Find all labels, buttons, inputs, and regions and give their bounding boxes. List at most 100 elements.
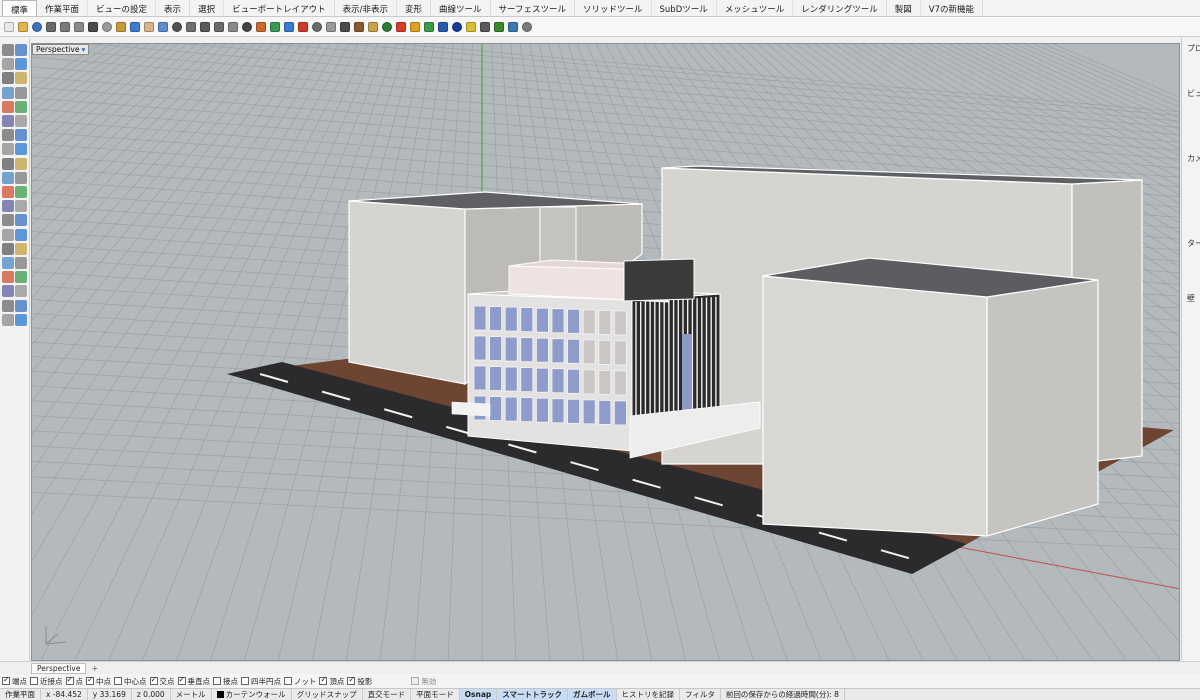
named-view-icon[interactable]: [268, 20, 281, 34]
viewport-menu-chevron-icon[interactable]: ▾: [81, 45, 85, 54]
select-icon[interactable]: [338, 20, 351, 34]
osnap-option-7[interactable]: 接点: [213, 676, 238, 687]
set-view-icon[interactable]: [254, 20, 267, 34]
menu-tab-0[interactable]: 標準: [2, 0, 38, 16]
lock-icon[interactable]: [366, 20, 379, 34]
ghosted-icon[interactable]: [324, 20, 337, 34]
menu-tab-2[interactable]: ビューの設定: [88, 0, 157, 16]
modeling-tool-15-icon[interactable]: [15, 143, 27, 156]
osnap-checkbox[interactable]: [65, 675, 74, 685]
modeling-tool-30-icon[interactable]: [2, 257, 14, 269]
light-icon[interactable]: [436, 20, 449, 34]
menu-tab-3[interactable]: 表示: [156, 0, 191, 16]
undo-icon[interactable]: [128, 20, 141, 34]
current-layer[interactable]: カーテンウォール: [212, 689, 292, 700]
menu-tab-12[interactable]: メッシュツール: [717, 0, 794, 16]
modeling-tool-35-icon[interactable]: [15, 285, 27, 298]
osnap-disable-option[interactable]: 無効: [411, 676, 436, 687]
open-file-icon[interactable]: [16, 20, 29, 34]
menu-tab-1[interactable]: 作業平面: [37, 0, 89, 16]
render-icon[interactable]: [422, 20, 435, 34]
modeling-tool-10-icon[interactable]: [2, 115, 14, 127]
modeling-tool-2-icon[interactable]: [2, 58, 14, 71]
modeling-tool-6-icon[interactable]: [2, 86, 14, 99]
osnap-checkbox[interactable]: [149, 675, 158, 685]
modeling-tool-3-icon[interactable]: [15, 58, 27, 71]
modeling-tool-1-icon[interactable]: [15, 44, 27, 56]
osnap-option-1[interactable]: 近接点: [30, 676, 63, 687]
osnap-checkbox[interactable]: [114, 677, 122, 685]
properties-panel[interactable]: プロ ビュ カメ ター壁: [1181, 38, 1200, 660]
material-icon[interactable]: [408, 20, 421, 34]
set-cplane-icon[interactable]: [282, 20, 295, 34]
osnap-option-6[interactable]: 垂直点: [177, 675, 210, 687]
osnap-checkbox[interactable]: [2, 675, 10, 685]
cplane-label[interactable]: 作業平面: [0, 689, 41, 700]
modeling-tool-11-icon[interactable]: [15, 115, 27, 127]
record-history-toggle[interactable]: ヒストリを記録: [617, 689, 681, 700]
gumball-toggle[interactable]: ガムボール: [568, 689, 617, 700]
rotate-view-icon[interactable]: [156, 20, 169, 34]
filter-button[interactable]: フィルタ: [680, 689, 721, 700]
zoom-selected-icon[interactable]: [212, 20, 225, 34]
modeling-tool-8-icon[interactable]: [2, 100, 14, 113]
zoom-extents-icon[interactable]: [198, 20, 211, 34]
modeling-tool-19-icon[interactable]: [15, 171, 27, 184]
grasshopper-icon[interactable]: [492, 20, 505, 34]
modeling-tool-32-icon[interactable]: [2, 271, 14, 284]
osnap-option-3[interactable]: 中点: [86, 675, 111, 687]
menu-tab-13[interactable]: レンダリングツール: [793, 0, 887, 16]
smart-track-toggle[interactable]: スマートトラック: [497, 689, 569, 700]
modeling-tool-33-icon[interactable]: [15, 271, 27, 284]
3d-scene[interactable]: [32, 44, 1180, 661]
grid-snap-toggle[interactable]: グリッドスナップ: [292, 689, 363, 700]
modeling-tool-5-icon[interactable]: [15, 72, 27, 85]
modeling-tool-28-icon[interactable]: [2, 242, 14, 255]
menu-tab-10[interactable]: ソリッドツール: [575, 0, 652, 16]
export-icon[interactable]: [72, 20, 85, 34]
import-icon[interactable]: [58, 20, 71, 34]
help-icon[interactable]: [520, 20, 533, 34]
print-icon[interactable]: [44, 20, 57, 34]
modeling-tool-27-icon[interactable]: [15, 228, 27, 241]
modeling-tool-26-icon[interactable]: [2, 228, 14, 241]
modeling-tool-37-icon[interactable]: [15, 299, 27, 312]
osnap-option-4[interactable]: 中心点: [114, 676, 147, 687]
pan-icon[interactable]: [142, 20, 155, 34]
object-properties-icon[interactable]: [380, 20, 393, 34]
modeling-tool-9-icon[interactable]: [15, 100, 27, 113]
osnap-option-0[interactable]: 端点: [2, 675, 27, 687]
menu-tab-11[interactable]: SubDツール: [652, 0, 717, 16]
menu-tab-4[interactable]: 選択: [190, 0, 225, 16]
ortho-toggle[interactable]: 直交モード: [363, 689, 412, 700]
modeling-tool-21-icon[interactable]: [15, 186, 27, 198]
osnap-checkbox[interactable]: [86, 675, 94, 685]
modeling-tool-14-icon[interactable]: [2, 143, 14, 156]
cut-icon[interactable]: [86, 20, 99, 34]
menu-tab-7[interactable]: 変形: [397, 0, 431, 16]
modeling-tool-20-icon[interactable]: [2, 186, 14, 198]
menu-tab-14[interactable]: 製図: [887, 0, 921, 16]
four-viewports-icon[interactable]: [240, 20, 253, 34]
menu-tab-6[interactable]: 表示/非表示: [335, 0, 397, 16]
menu-tab-15[interactable]: V7の新機能: [921, 0, 984, 16]
modeling-tool-23-icon[interactable]: [15, 200, 27, 213]
modeling-tool-29-icon[interactable]: [15, 242, 27, 255]
layer-icon[interactable]: [394, 20, 407, 34]
modeling-tool-25-icon[interactable]: [15, 214, 27, 227]
units-label[interactable]: メートル: [171, 689, 212, 700]
modeling-tool-7-icon[interactable]: [15, 86, 27, 99]
hide-icon[interactable]: [352, 20, 365, 34]
planar-toggle[interactable]: 平面モード: [411, 689, 460, 700]
menu-tab-9[interactable]: サーフェスツール: [491, 0, 575, 16]
osnap-option-11[interactable]: 投影: [347, 675, 372, 687]
osnap-option-2[interactable]: 点: [65, 675, 83, 687]
modeling-tool-39-icon[interactable]: [15, 313, 27, 326]
paste-icon[interactable]: [114, 20, 127, 34]
undo-view-icon[interactable]: [226, 20, 239, 34]
options-icon[interactable]: [464, 20, 477, 34]
gear-icon[interactable]: [478, 20, 491, 34]
osnap-option-5[interactable]: 交点: [149, 675, 175, 687]
wireframe-icon[interactable]: [310, 20, 323, 34]
modeling-tool-12-icon[interactable]: [2, 129, 14, 142]
